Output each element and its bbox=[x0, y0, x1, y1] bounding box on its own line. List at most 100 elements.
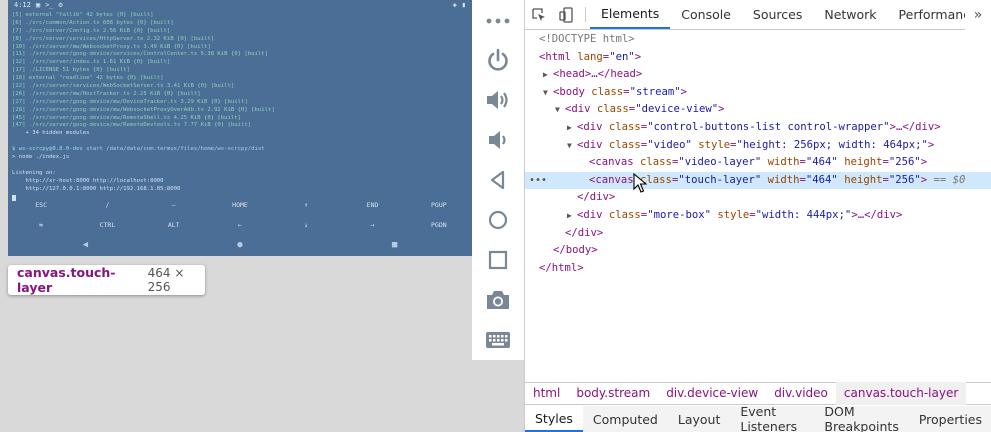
back-triangle-icon bbox=[490, 170, 505, 190]
collapse-arrow-icon[interactable]: ▼ bbox=[543, 84, 553, 102]
power-button[interactable] bbox=[472, 45, 524, 75]
terminal-line: [26] ./src/server/mw/HostTracker.ts 2.25… bbox=[12, 90, 201, 97]
extra-key[interactable]: ← bbox=[207, 221, 273, 229]
extra-keys-row-2: ⇆ CTRL ALT ← ↓ → PGDN bbox=[8, 221, 472, 229]
extra-key[interactable]: PGUP bbox=[406, 201, 472, 209]
notification-icon: ▣ bbox=[35, 1, 41, 9]
tree-row-touch-layer-selected[interactable]: ••• <canvas class="touch-layer" width="46… bbox=[525, 171, 991, 190]
subtab-computed[interactable]: Computed bbox=[583, 406, 668, 432]
collapsed-content: …</div> bbox=[895, 120, 941, 133]
home-button[interactable] bbox=[472, 205, 524, 235]
back-nav-icon[interactable]: ◀ bbox=[83, 240, 88, 250]
overview-square-icon bbox=[488, 250, 508, 270]
volume-down-button[interactable] bbox=[472, 125, 524, 155]
collapse-arrow-icon[interactable]: ▼ bbox=[567, 137, 577, 155]
inspect-element-button[interactable] bbox=[525, 0, 553, 29]
subtab-dom-breakpoints[interactable]: DOM Breakpoints bbox=[814, 404, 908, 432]
tree-row-body[interactable]: ▼ <body class="stream"> bbox=[525, 84, 991, 102]
devtools-panel: Elements Console Sources Network Perform… bbox=[524, 0, 991, 432]
tree-row-html[interactable]: <html lang="en"> bbox=[525, 49, 991, 67]
home-nav-icon[interactable]: ● bbox=[237, 240, 242, 250]
keyboard-icon bbox=[486, 332, 510, 348]
mouse-pointer-icon bbox=[633, 173, 647, 193]
tree-row-html-close[interactable]: </html> bbox=[525, 260, 991, 278]
recents-nav-icon[interactable]: ■ bbox=[392, 240, 397, 250]
tree-row-doctype[interactable]: <!DOCTYPE html> bbox=[525, 31, 991, 49]
camera-icon bbox=[487, 291, 509, 309]
more-tabs-chevron-icon[interactable]: » bbox=[965, 0, 991, 30]
tree-row-control-wrapper[interactable]: ▶ <div class="control-buttons-list contro… bbox=[525, 119, 991, 137]
dom-tree: <!DOCTYPE html> <html lang="en"> ▶ <head>… bbox=[525, 31, 991, 277]
expand-arrow-icon[interactable]: ▶ bbox=[543, 66, 553, 84]
div-close-tag: </div> bbox=[565, 226, 604, 239]
tree-row-device-view[interactable]: ▼ <div class="device-view"> bbox=[525, 101, 991, 119]
status-time: 4:12 bbox=[14, 1, 31, 9]
terminal-line: http://xr-host:8000 http://localhost:800… bbox=[12, 177, 164, 184]
div-open-tag: <div bbox=[577, 120, 603, 133]
collapse-arrow-icon[interactable]: ▼ bbox=[555, 101, 565, 119]
breadcrumb-html[interactable]: html bbox=[525, 382, 568, 405]
extra-key[interactable]: HOME bbox=[207, 201, 273, 209]
extra-key[interactable]: ⇆ bbox=[8, 221, 74, 229]
tree-row-video-close[interactable]: </div> bbox=[525, 189, 991, 207]
expand-arrow-icon[interactable]: ▶ bbox=[567, 119, 577, 137]
terminal-line: [18] external "readline" 42 bytes {0} [b… bbox=[12, 75, 164, 82]
control-buttons-sidebar bbox=[472, 0, 524, 360]
volume-up-button[interactable] bbox=[472, 85, 524, 115]
attr-name: lang bbox=[577, 50, 603, 63]
body-open-tag: <body bbox=[553, 85, 585, 98]
extra-key[interactable]: / bbox=[74, 201, 140, 209]
extra-key[interactable]: CTRL bbox=[74, 221, 140, 229]
device-toolbar-button[interactable] bbox=[553, 0, 581, 29]
expand-arrow-icon[interactable]: ▶ bbox=[567, 207, 577, 225]
keyboard-button[interactable] bbox=[472, 325, 524, 355]
terminal-line: [27] ./src/server/goog-device/mw/DeviceT… bbox=[12, 98, 248, 105]
terminal-line: [6] ./src/common/Action.ts 608 bytes {0}… bbox=[12, 19, 174, 26]
breadcrumb-body[interactable]: body.stream bbox=[568, 382, 658, 405]
tree-row-video-layer[interactable]: <canvas class="video-layer" width="464" … bbox=[525, 154, 991, 172]
subtab-layout[interactable]: Layout bbox=[668, 406, 731, 432]
tab-sources[interactable]: Sources bbox=[742, 0, 813, 29]
tree-row-device-view-close[interactable]: </div> bbox=[525, 225, 991, 243]
tree-row-video[interactable]: ▼ <div class="video" style="height: 256px… bbox=[525, 137, 991, 155]
terminal-line: [45] ./src/server/goog-device/mw/RemoteS… bbox=[12, 114, 242, 121]
back-button[interactable] bbox=[472, 165, 524, 195]
tab-console[interactable]: Console bbox=[670, 0, 742, 29]
breadcrumb-touch-layer[interactable]: canvas.touch-layer bbox=[835, 382, 967, 405]
more-options-button[interactable] bbox=[472, 6, 524, 36]
overview-button[interactable] bbox=[472, 245, 524, 275]
extra-key[interactable]: ESC bbox=[8, 201, 74, 209]
screenshot-button[interactable] bbox=[472, 285, 524, 315]
breadcrumb-device-view[interactable]: div.device-view bbox=[658, 382, 766, 405]
attr-name: class bbox=[608, 138, 641, 151]
terminal-line: [17] ./LICENSE 51 bytes {0} [built] bbox=[12, 67, 130, 74]
terminal-line: > node ./index.js bbox=[12, 154, 70, 161]
extra-key[interactable]: END bbox=[339, 201, 405, 209]
tooltip-selector: canvas.touch-layer bbox=[17, 265, 116, 295]
volume-up-icon bbox=[487, 91, 508, 109]
device-screen[interactable]: 4:12 ▣ >_ ⚙ ◈ ▮ [5] external "fallib" 42… bbox=[8, 0, 472, 256]
extra-key[interactable]: ALT bbox=[141, 221, 207, 229]
tab-elements[interactable]: Elements bbox=[590, 0, 671, 29]
tree-row-body-close[interactable]: </body> bbox=[525, 242, 991, 260]
extra-key[interactable]: — bbox=[141, 201, 207, 209]
attr-name: style bbox=[698, 138, 731, 151]
tab-network[interactable]: Network bbox=[813, 0, 887, 29]
breadcrumb-video[interactable]: div.video bbox=[766, 382, 836, 405]
tree-row-more-box[interactable]: ▶ <div class="more-box" style="width: 444… bbox=[525, 207, 991, 225]
tree-row-head[interactable]: ▶ <head>…</head> bbox=[525, 66, 991, 84]
attr-name: class bbox=[591, 85, 624, 98]
canvas-open-tag: <canvas bbox=[589, 156, 634, 169]
subtab-properties[interactable]: Properties bbox=[909, 406, 991, 432]
extra-key[interactable]: PGDN bbox=[406, 221, 472, 229]
extra-key[interactable]: ↓ bbox=[273, 221, 339, 229]
subtab-event-listeners[interactable]: Event Listeners bbox=[730, 404, 814, 432]
element-tooltip: canvas.touch-layer 464 × 256 bbox=[8, 265, 205, 295]
row-actions-icon[interactable]: ••• bbox=[529, 172, 547, 190]
body-close-tag: </body> bbox=[553, 244, 598, 257]
subtab-styles[interactable]: Styles bbox=[525, 406, 583, 432]
div-open-tag: <div bbox=[577, 208, 603, 221]
extra-key[interactable]: ↑ bbox=[273, 201, 339, 209]
extra-key[interactable]: → bbox=[339, 221, 405, 229]
html-open-tag: <html bbox=[539, 50, 571, 63]
